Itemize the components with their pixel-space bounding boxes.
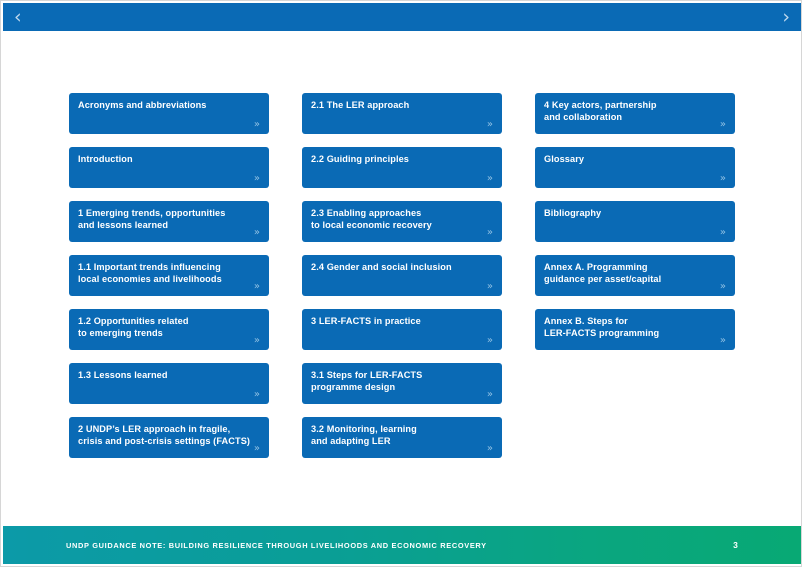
- toc-item[interactable]: 2 UNDP’s LER approach in fragile, crisis…: [69, 417, 269, 458]
- chevron-double-right-icon: »: [486, 173, 493, 184]
- toc-item-label: 1.1 Important trends influencing local e…: [78, 262, 222, 284]
- toc-item-label: 2.2 Guiding principles: [311, 154, 409, 164]
- toc-item-label: Annex A. Programming guidance per asset/…: [544, 262, 662, 284]
- toc-item-label: Bibliography: [544, 208, 602, 218]
- chevron-double-right-icon: »: [719, 281, 726, 292]
- toc-columns: Acronyms and abbreviations » Introduction »…: [69, 93, 735, 458]
- footer-title: UNDP GUIDANCE NOTE: BUILDING RESILIENCE …: [66, 540, 487, 550]
- toc-item[interactable]: 1.3 Lessons learned »: [69, 363, 269, 404]
- chevron-double-right-icon: »: [719, 335, 726, 346]
- chevron-double-right-icon: »: [253, 173, 260, 184]
- toc-item[interactable]: 2.2 Guiding principles »: [302, 147, 502, 188]
- toc-item-label: Introduction: [78, 154, 133, 164]
- chevron-double-right-icon: »: [486, 227, 493, 238]
- chevron-double-right-icon: »: [253, 335, 260, 346]
- toc-item-label: 2 UNDP’s LER approach in fragile, crisis…: [78, 424, 251, 446]
- toc-item-label: 3.2 Monitoring, learning and adapting LE…: [311, 424, 417, 446]
- table-of-contents: Acronyms and abbreviations » Introduction »…: [1, 31, 801, 528]
- toc-item[interactable]: 2.3 Enabling approaches to local economi…: [302, 201, 502, 242]
- chevron-double-right-icon: »: [486, 281, 493, 292]
- chevron-double-right-icon: »: [719, 119, 726, 130]
- chevron-double-right-icon: »: [486, 389, 493, 400]
- toc-item-label: Glossary: [544, 154, 585, 164]
- toc-item[interactable]: 1 Emerging trends, opportunities and les…: [69, 201, 269, 242]
- toc-item[interactable]: 3.2 Monitoring, learning and adapting LE…: [302, 417, 502, 458]
- toc-column-3: 4 Key actors, partnership and collaborat…: [535, 93, 735, 458]
- toc-item[interactable]: 1.1 Important trends influencing local e…: [69, 255, 269, 296]
- toc-item-label: 2.4 Gender and social inclusion: [311, 262, 452, 272]
- toc-item-label: 1 Emerging trends, opportunities and les…: [78, 208, 226, 230]
- chevron-left-icon[interactable]: ‹: [12, 7, 24, 27]
- chevron-double-right-icon: »: [486, 335, 493, 346]
- toc-item[interactable]: 2.4 Gender and social inclusion »: [302, 255, 502, 296]
- chevron-double-right-icon: »: [486, 443, 493, 454]
- toc-item-label: 4 Key actors, partnership and collaborat…: [544, 100, 657, 122]
- toc-item[interactable]: 2.1 The LER approach »: [302, 93, 502, 134]
- chevron-right-icon[interactable]: ›: [780, 7, 792, 27]
- toc-item[interactable]: 1.2 Opportunities related to emerging tr…: [69, 309, 269, 350]
- page-footer: UNDP GUIDANCE NOTE: BUILDING RESILIENCE …: [3, 526, 801, 564]
- navigation-bar: ‹ ›: [3, 3, 801, 31]
- chevron-double-right-icon: »: [253, 281, 260, 292]
- toc-item[interactable]: 3 LER-FACTS in practice »: [302, 309, 502, 350]
- toc-item[interactable]: 3.1 Steps for LER-FACTS programme design…: [302, 363, 502, 404]
- toc-item-label: 3 LER-FACTS in practice: [311, 316, 421, 326]
- toc-item-label: Annex B. Steps for LER-FACTS programming: [544, 316, 660, 338]
- chevron-double-right-icon: »: [719, 227, 726, 238]
- toc-item[interactable]: Annex B. Steps for LER-FACTS programming…: [535, 309, 735, 350]
- toc-column-2: 2.1 The LER approach» 2.2 Guiding princip…: [302, 93, 502, 458]
- toc-item-label: 2.1 The LER approach: [311, 100, 410, 110]
- toc-item-label: 1.2 Opportunities related to emerging tr…: [78, 316, 189, 338]
- chevron-double-right-icon: »: [253, 119, 260, 130]
- chevron-double-right-icon: »: [486, 119, 493, 130]
- toc-item[interactable]: Acronyms and abbreviations »: [69, 93, 269, 134]
- toc-item[interactable]: Annex A. Programming guidance per asset/…: [535, 255, 735, 296]
- toc-item-label: 1.3 Lessons learned: [78, 370, 168, 380]
- toc-item-label: 3.1 Steps for LER-FACTS programme design: [311, 370, 423, 392]
- chevron-double-right-icon: »: [253, 443, 260, 454]
- toc-item-label: Acronyms and abbreviations: [78, 100, 207, 110]
- toc-item-label: 2.3 Enabling approaches to local economi…: [311, 208, 432, 230]
- document-page: ‹ › Acronyms and abbreviations» Introduct…: [0, 0, 802, 567]
- chevron-double-right-icon: »: [719, 173, 726, 184]
- toc-item[interactable]: 4 Key actors, partnership and collaborat…: [535, 93, 735, 134]
- toc-item[interactable]: Glossary »: [535, 147, 735, 188]
- toc-item[interactable]: Introduction »: [69, 147, 269, 188]
- chevron-double-right-icon: »: [253, 227, 260, 238]
- footer-page-number: 3: [733, 540, 738, 550]
- toc-item[interactable]: Bibliography »: [535, 201, 735, 242]
- toc-column-1: Acronyms and abbreviations » Introduction »…: [69, 93, 269, 458]
- chevron-double-right-icon: »: [253, 389, 260, 400]
